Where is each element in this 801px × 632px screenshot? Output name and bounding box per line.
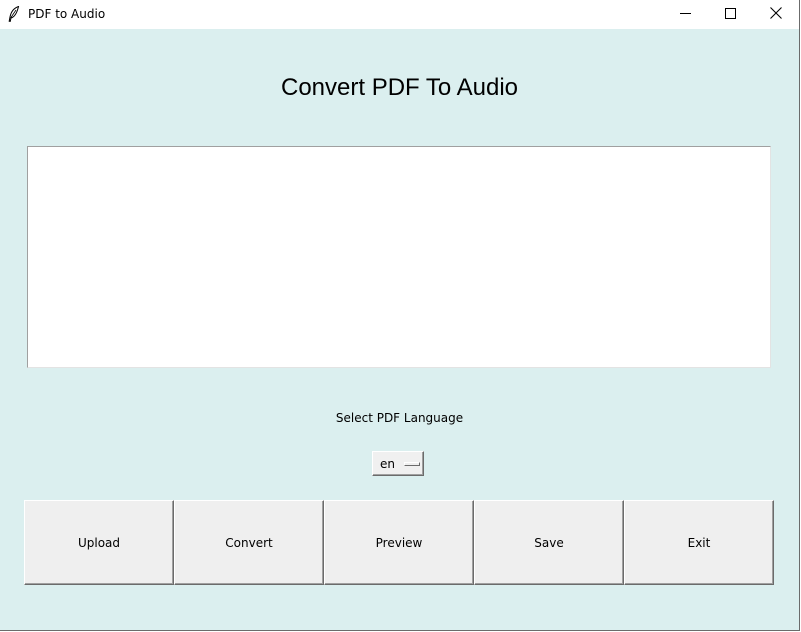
minimize-button[interactable]	[662, 0, 708, 29]
maximize-icon	[724, 6, 736, 24]
feather-icon	[8, 5, 20, 22]
page-title: Convert PDF To Audio	[280, 74, 518, 101]
language-selected-value: en	[380, 457, 395, 471]
close-button[interactable]	[753, 0, 799, 29]
window-title: PDF to Audio	[28, 7, 106, 21]
convert-button[interactable]: Convert	[174, 500, 324, 585]
upload-button[interactable]: Upload	[24, 500, 174, 585]
close-icon	[770, 6, 782, 24]
maximize-button[interactable]	[707, 0, 753, 29]
language-select[interactable]: en	[372, 451, 424, 476]
title-bar: PDF to Audio	[0, 0, 799, 29]
dropdown-indicator-icon	[404, 462, 420, 466]
action-button-row: Upload Convert Preview Save Exit	[24, 500, 774, 585]
main-panel: Convert PDF To Audio Select PDF Language…	[0, 29, 799, 630]
exit-button[interactable]: Exit	[624, 500, 774, 585]
language-label: Select PDF Language	[335, 411, 464, 425]
preview-button[interactable]: Preview	[324, 500, 474, 585]
minimize-icon	[679, 6, 691, 24]
app-window: PDF to Audio Convert PDF To Audio Select…	[0, 0, 800, 631]
pdf-text-area[interactable]	[27, 146, 771, 368]
save-button[interactable]: Save	[474, 500, 624, 585]
